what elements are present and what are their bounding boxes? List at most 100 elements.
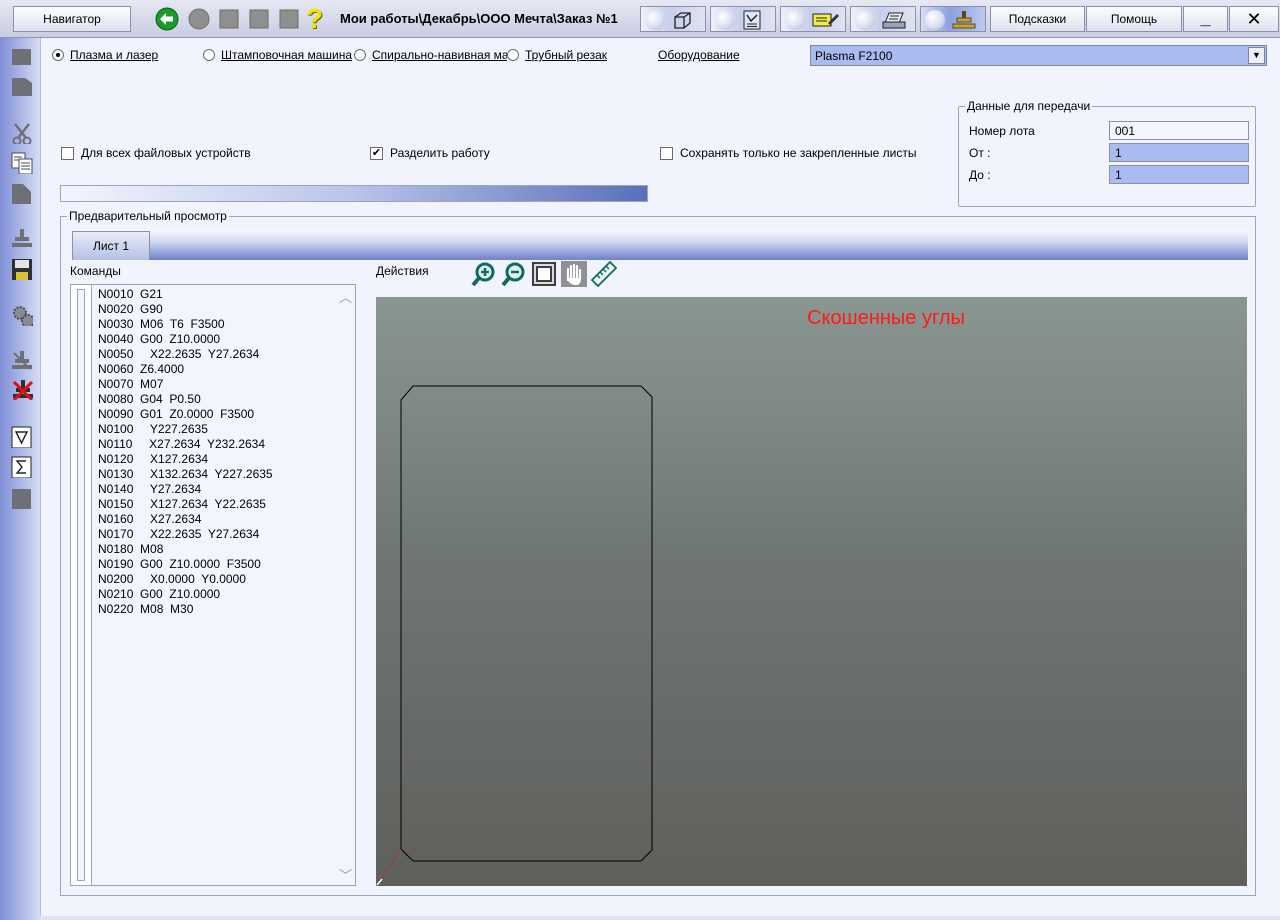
command-line[interactable]: N0080 G04 P0.50 <box>98 392 335 407</box>
commands-scrollbar[interactable]: ︿ ﹀ <box>335 285 355 885</box>
command-line[interactable]: N0220 M08 M30 <box>98 602 335 617</box>
help-question-icon[interactable]: ? <box>306 4 328 34</box>
edit-sheet-icon[interactable] <box>11 76 33 98</box>
command-line[interactable]: N0140 Y27.2634 <box>98 482 335 497</box>
zoom-in-icon[interactable] <box>470 260 498 288</box>
origin-marker <box>376 878 383 886</box>
actions-label: Действия <box>376 264 429 278</box>
checkbox[interactable] <box>61 146 74 160</box>
command-line[interactable]: N0030 M06 T6 F3500 <box>98 317 335 332</box>
stop-square-icon[interactable] <box>219 9 239 29</box>
command-line[interactable]: N0070 M07 <box>98 377 335 392</box>
printer-icon <box>882 12 906 29</box>
radio-button[interactable] <box>507 49 519 61</box>
from-field[interactable]: 1 <box>1109 143 1249 162</box>
mode-transfer-button[interactable] <box>920 6 986 32</box>
hints-button[interactable]: Подсказки <box>990 6 1085 32</box>
minimize-button[interactable]: _ <box>1183 6 1228 32</box>
save-disk-icon[interactable] <box>11 258 33 280</box>
back-arrow-icon[interactable] <box>155 7 179 31</box>
fit-to-window-icon[interactable] <box>530 260 558 288</box>
sum-icon[interactable] <box>11 456 33 478</box>
radio-label: Спирально-навивная машина <box>372 48 507 62</box>
copy-icon[interactable] <box>11 152 33 174</box>
scissors-icon[interactable] <box>11 122 33 144</box>
frame-square-icon[interactable] <box>279 9 299 29</box>
command-line[interactable]: N0100 Y227.2635 <box>98 422 335 437</box>
help-button[interactable]: Помощь <box>1086 6 1182 32</box>
scroll-down-icon[interactable]: ﹀ <box>339 865 352 884</box>
help-button-label: Помощь <box>1110 12 1158 26</box>
radio-button[interactable] <box>52 49 64 61</box>
lot-number-label: Номер лота <box>969 124 1035 138</box>
radio-button[interactable] <box>354 49 366 61</box>
command-line[interactable]: N0210 G00 Z10.0000 <box>98 587 335 602</box>
line-gutter <box>77 289 85 881</box>
record-circle-icon[interactable] <box>188 8 210 30</box>
transfer-data-group: Данные для передачи Номер лота 001 От : … <box>958 99 1256 207</box>
tab-sheet-1[interactable]: Лист 1 <box>72 231 150 260</box>
checkbox[interactable] <box>660 146 673 160</box>
command-line[interactable]: N0190 G00 Z10.0000 F3500 <box>98 557 335 572</box>
preview-canvas[interactable]: Скошенные углы <box>376 297 1247 886</box>
navigator-button[interactable]: Навигатор <box>13 6 131 32</box>
command-line[interactable]: N0040 G00 Z10.0000 <box>98 332 335 347</box>
minimize-icon: _ <box>1200 8 1211 28</box>
mode-edit-button[interactable] <box>780 6 846 32</box>
machine-transfer-icon <box>952 11 976 29</box>
equipment-value: Plasma F2100 <box>815 49 893 63</box>
checkbox-checked[interactable]: ✔ <box>370 146 383 160</box>
commands-panel: N0010 G21 N0020 G90 N0030 M06 T6 F3500 N004… <box>70 284 356 886</box>
scroll-up-icon[interactable]: ︿ <box>339 287 352 306</box>
checkbox-label: Сохранять только не закрепленные листы <box>680 146 917 160</box>
checkbox-save-unfixed[interactable]: Сохранять только не закрепленные листы <box>660 146 916 160</box>
blank-tool-icon[interactable] <box>11 488 33 510</box>
command-line[interactable]: N0130 X132.2634 Y227.2635 <box>98 467 335 482</box>
command-line[interactable]: N0180 M08 <box>98 542 335 557</box>
command-line[interactable]: N0160 X27.2634 <box>98 512 335 527</box>
command-line[interactable]: N0050 X22.2635 Y27.2634 <box>98 347 335 362</box>
command-line[interactable]: N0170 X22.2635 Y27.2634 <box>98 527 335 542</box>
command-line[interactable]: N0110 X27.2634 Y232.2634 <box>98 437 335 452</box>
checkbox-split-job[interactable]: ✔ Разделить работу <box>370 146 490 160</box>
commands-list[interactable]: N0010 G21 N0020 G90 N0030 M06 T6 F3500 N004… <box>91 285 335 885</box>
paste-icon[interactable] <box>11 183 33 205</box>
command-line[interactable]: N0200 X0.0000 Y0.0000 <box>98 572 335 587</box>
job-path-title: Мои работы\Декабрь\ООО Мечта\Заказ №1 <box>340 11 618 26</box>
command-line[interactable]: N0150 X127.2634 Y22.2635 <box>98 497 335 512</box>
radio-label: Штамповочная машина <box>221 48 353 62</box>
to-field[interactable]: 1 <box>1109 165 1249 184</box>
gears-icon[interactable] <box>11 304 33 326</box>
command-line[interactable]: N0090 G01 Z0.0000 F3500 <box>98 407 335 422</box>
command-line[interactable]: N0120 X127.2634 <box>98 452 335 467</box>
sort-down-icon[interactable] <box>11 426 33 448</box>
pan-hand-icon[interactable] <box>560 260 588 288</box>
radio-spiral-machine[interactable]: Спирально-навивная машина <box>354 48 507 62</box>
new-sheet-icon[interactable] <box>11 46 33 68</box>
command-line[interactable]: N0060 Z6.4000 <box>98 362 335 377</box>
checkbox-all-file-devices[interactable]: Для всех файловых устройств <box>61 146 251 160</box>
radio-button[interactable] <box>203 49 215 61</box>
lot-number-field[interactable]: 001 <box>1109 121 1249 140</box>
left-tool-column <box>0 38 40 920</box>
mode-print-button[interactable] <box>850 6 916 32</box>
toolpath-drawing <box>376 385 653 886</box>
command-line[interactable]: N0010 G21 <box>98 287 335 302</box>
close-button[interactable]: ✕ <box>1229 6 1279 32</box>
radio-tube-cutter[interactable]: Трубный резак <box>507 48 647 62</box>
machine-disabled-icon[interactable] <box>11 350 33 372</box>
machine-delete-icon[interactable] <box>11 378 33 400</box>
machine-icon[interactable] <box>11 228 33 250</box>
command-line[interactable]: N0020 G90 <box>98 302 335 317</box>
radio-stamping-machine[interactable]: Штамповочная машина <box>203 48 354 62</box>
chevron-down-icon[interactable]: ▼ <box>1248 47 1265 64</box>
page-square-icon[interactable] <box>249 9 269 29</box>
equipment-select[interactable]: Plasma F2100 ▼ <box>810 45 1267 66</box>
document-grid-icon <box>743 10 761 30</box>
mode-program-button[interactable] <box>710 6 776 32</box>
ruler-measure-icon[interactable] <box>590 260 618 288</box>
zoom-out-icon[interactable] <box>500 260 528 288</box>
pencil-note-icon <box>812 13 839 27</box>
mode-3d-button[interactable] <box>640 6 706 32</box>
radio-plasma-laser[interactable]: Плазма и лазер <box>52 48 192 62</box>
